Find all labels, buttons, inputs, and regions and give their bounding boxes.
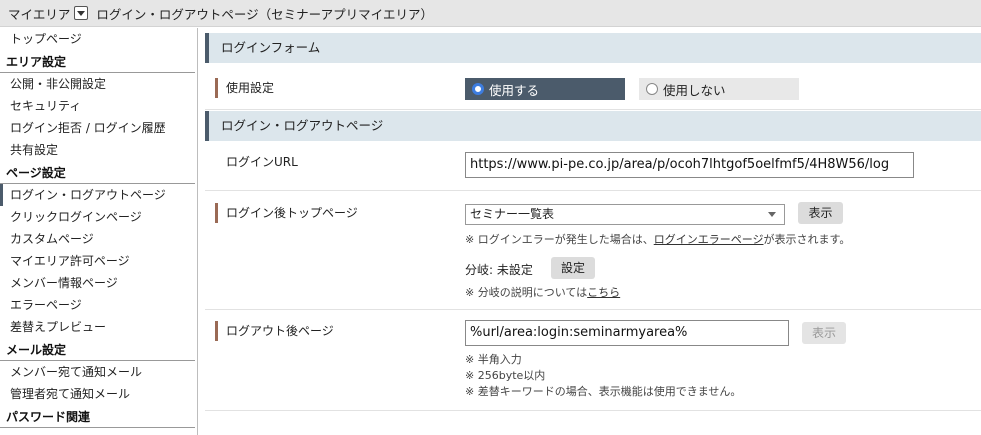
radio-use-label: 使用する xyxy=(489,82,540,98)
radio-use[interactable]: 使用する xyxy=(465,78,625,100)
chevron-down-icon xyxy=(77,10,86,16)
radio-selected-icon xyxy=(472,83,484,95)
sidebar-heading-page: ページ設定 xyxy=(0,161,195,184)
main-content: ログインフォーム 使用設定 使用する 使用しない ログイン・ログアウトページ ロ… xyxy=(205,28,981,435)
usage-label: 使用設定 xyxy=(215,78,274,98)
radio-not-use[interactable]: 使用しない xyxy=(639,78,799,100)
area-dropdown-button[interactable] xyxy=(74,6,89,20)
sidebar-item-admin-mail[interactable]: 管理者宛て通知メール xyxy=(0,383,197,405)
section-login-form: ログインフォーム xyxy=(205,33,981,63)
after-login-select-value: セミナー一覧表 xyxy=(470,207,555,221)
logout-note-3: ※ 差替キーワードの場合、表示機能は使用できません。 xyxy=(465,385,742,398)
show-button-disabled[interactable]: 表示 xyxy=(802,322,846,344)
login-error-note: ※ ログインエラーが発生した場合は、ログインエラーページが表示されます。 xyxy=(465,233,851,246)
branch-note: ※ 分岐の説明についてはこちら xyxy=(465,286,621,299)
sidebar-item-visibility[interactable]: 公開・非公開設定 xyxy=(0,73,197,95)
after-logout-label: ログアウト後ページ xyxy=(215,321,334,341)
sidebar-item-preview[interactable]: 差替えプレビュー xyxy=(0,316,197,338)
area-label: マイエリア xyxy=(8,6,71,22)
logout-note-1: ※ 半角入力 xyxy=(465,353,522,366)
after-logout-field[interactable]: %url/area:login:seminarmyarea% xyxy=(465,320,789,346)
top-bar: マイエリア ログイン・ログアウトページ（セミナーアプリマイエリア） xyxy=(0,0,981,27)
branch-label: 分岐: 未設定 xyxy=(465,263,533,277)
sidebar-heading-password: パスワード関連 xyxy=(0,405,195,428)
after-login-select[interactable]: セミナー一覧表 xyxy=(465,204,785,225)
sidebar-item-click-login[interactable]: クリックログインページ xyxy=(0,206,197,228)
row-usage: 使用設定 使用する 使用しない xyxy=(205,63,981,110)
row-after-login: ログイン後トップページ セミナー一覧表 表示 ※ ログインエラーが発生した場合は… xyxy=(205,191,981,310)
sidebar-item-custom-page[interactable]: カスタムページ xyxy=(0,228,197,250)
sidebar-item-allowed-pages[interactable]: マイエリア許可ページ xyxy=(0,250,197,272)
login-error-page-link[interactable]: ログインエラーページ xyxy=(654,233,764,246)
chevron-down-icon xyxy=(768,212,776,217)
login-url-field[interactable]: https://www.pi-pe.co.jp/area/p/ocoh7lhtg… xyxy=(465,152,914,178)
radio-unselected-icon xyxy=(646,83,658,95)
page-title: ログイン・ログアウトページ（セミナーアプリマイエリア） xyxy=(96,6,434,22)
sidebar-item-security[interactable]: セキュリティ xyxy=(0,95,197,117)
sidebar-divider xyxy=(197,28,198,435)
sidebar-item-member-mail[interactable]: メンバー宛て通知メール xyxy=(0,361,197,383)
row-login-url: ログインURL https://www.pi-pe.co.jp/area/p/o… xyxy=(205,141,981,191)
login-url-label: ログインURL xyxy=(226,155,298,169)
branch-help-link[interactable]: こちら xyxy=(587,286,620,299)
logout-note-2: ※ 256byte以内 xyxy=(465,369,546,382)
sidebar-item-sharing[interactable]: 共有設定 xyxy=(0,139,197,161)
branch-setting-button[interactable]: 設定 xyxy=(551,257,595,279)
sidebar: トップページ エリア設定 公開・非公開設定 セキュリティ ログイン拒否 / ログ… xyxy=(0,28,197,435)
sidebar-item-error-page[interactable]: エラーページ xyxy=(0,294,197,316)
sidebar-item-login-deny[interactable]: ログイン拒否 / ログイン履歴 xyxy=(0,117,197,139)
show-button[interactable]: 表示 xyxy=(798,202,843,224)
sidebar-item-top[interactable]: トップページ xyxy=(0,28,197,50)
sidebar-item-member-info[interactable]: メンバー情報ページ xyxy=(0,272,197,294)
sidebar-item-login-logout[interactable]: ログイン・ログアウトページ xyxy=(0,184,197,206)
radio-not-use-label: 使用しない xyxy=(663,82,726,98)
after-login-label: ログイン後トップページ xyxy=(215,203,358,223)
row-after-logout: ログアウト後ページ %url/area:login:seminarmyarea%… xyxy=(205,310,981,411)
section-login-logout: ログイン・ログアウトページ xyxy=(205,111,981,141)
sidebar-heading-mail: メール設定 xyxy=(0,338,195,361)
sidebar-heading-area: エリア設定 xyxy=(0,50,195,73)
